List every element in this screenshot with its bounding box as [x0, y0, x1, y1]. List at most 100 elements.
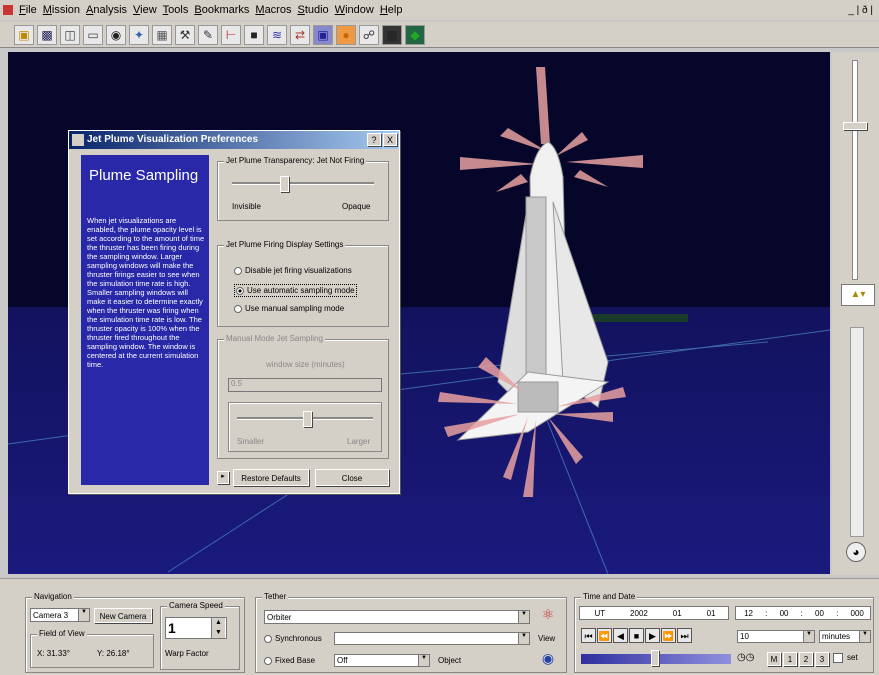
- time-title: Time and Date: [581, 592, 638, 601]
- manual-group-label: Manual Mode Jet Sampling: [224, 334, 325, 343]
- firing-group-label: Jet Plume Firing Display Settings: [224, 240, 346, 249]
- step-size-select[interactable]: 10 ▼: [737, 630, 815, 643]
- menu-bar: File Mission Analysis View Tools Bookmar…: [0, 0, 879, 20]
- vertical-scroll-track[interactable]: [850, 327, 864, 537]
- window-controls[interactable]: _ | ð |: [848, 5, 873, 16]
- save-icon[interactable]: ▩: [37, 24, 57, 45]
- bookmark-2-button[interactable]: 2: [799, 652, 813, 666]
- close-icon[interactable]: X: [383, 133, 397, 146]
- menu-mission[interactable]: Mission: [40, 4, 83, 16]
- set-checkbox[interactable]: [833, 653, 843, 663]
- window-size-input[interactable]: 0.5: [228, 378, 382, 392]
- set-label: set: [847, 653, 858, 662]
- zoom-panel: ▲▾ ◕: [832, 52, 879, 575]
- restore-defaults-button[interactable]: Restore Defaults: [233, 469, 309, 486]
- step-unit-select[interactable]: minutes ▼: [819, 630, 871, 643]
- radio-disable[interactable]: Disable jet firing visualizations: [234, 266, 352, 275]
- dialog-title: Jet Plume Visualization Preferences: [69, 131, 399, 149]
- globe-icon[interactable]: ●: [336, 24, 356, 45]
- skip-back-icon[interactable]: ⏮: [581, 628, 596, 643]
- year: 2002: [630, 608, 648, 618]
- chart-icon[interactable]: ■: [244, 24, 264, 45]
- transparency-thumb[interactable]: [280, 176, 289, 192]
- dialog-app-icon: [72, 134, 84, 146]
- new-camera-button[interactable]: New Camera: [94, 608, 152, 623]
- fixed-base-select[interactable]: Off ▼: [334, 654, 430, 667]
- reset-view-icon[interactable]: ◕: [846, 542, 866, 562]
- copy-icon[interactable]: ▭: [83, 24, 103, 45]
- print-icon[interactable]: ◫: [60, 24, 80, 45]
- reverse-icon[interactable]: ◀: [613, 628, 628, 643]
- tether-target-select[interactable]: Orbiter ▼: [264, 610, 530, 624]
- close-button[interactable]: Close: [315, 469, 389, 486]
- camera-speed-label: Camera Speed: [167, 601, 225, 610]
- menu-analysis[interactable]: Analysis: [83, 4, 130, 16]
- camera-icon[interactable]: ◉: [106, 24, 126, 45]
- time-rate-thumb[interactable]: [651, 650, 659, 666]
- fov-group: Field of View X: 31.33° Y: 26.18°: [30, 629, 154, 668]
- menu-help[interactable]: Help: [377, 4, 406, 16]
- menu-file[interactable]: File: [16, 4, 40, 16]
- bookmark-m-button[interactable]: M: [767, 652, 781, 666]
- day: 01: [706, 608, 716, 618]
- app-icon: [3, 5, 13, 15]
- menu-window[interactable]: Window: [332, 4, 377, 16]
- window-size-thumb[interactable]: [303, 411, 312, 427]
- zoom-slider-track[interactable]: [852, 60, 858, 280]
- radio-synchronous[interactable]: Synchronous: [264, 634, 322, 643]
- pen-icon[interactable]: ✎: [198, 24, 218, 45]
- transparency-group-label: Jet Plume Transparency: Jet Not Firing: [224, 156, 367, 165]
- help-button[interactable]: ?: [367, 133, 381, 146]
- tool-icon[interactable]: ⚒: [175, 24, 195, 45]
- step-forward-icon[interactable]: ⏩: [661, 628, 676, 643]
- size-max-label: Larger: [347, 437, 371, 446]
- eye-icon[interactable]: ◉: [538, 650, 558, 668]
- time-display[interactable]: 12: 00: 00: 000: [735, 606, 871, 620]
- open-icon[interactable]: ▣: [14, 24, 34, 45]
- plot-icon[interactable]: ⇄: [290, 24, 310, 45]
- menu-bookmarks[interactable]: Bookmarks: [191, 4, 252, 16]
- play-icon[interactable]: ▶: [645, 628, 660, 643]
- radio-manual[interactable]: Use manual sampling mode: [234, 304, 344, 313]
- graph-icon[interactable]: ≋: [267, 24, 287, 45]
- expand-button[interactable]: ▸: [217, 471, 229, 484]
- menu-macros[interactable]: Macros: [252, 4, 294, 16]
- skip-forward-icon[interactable]: ⏭: [677, 628, 692, 643]
- transparency-track[interactable]: [232, 182, 374, 185]
- axis-icon[interactable]: ⊢: [221, 24, 241, 45]
- size-min-label: Smaller: [237, 437, 265, 446]
- monitor-icon[interactable]: ▣: [313, 24, 333, 45]
- bookmark-1-button[interactable]: 1: [783, 652, 797, 666]
- clock-icons[interactable]: ◷◷: [737, 652, 761, 666]
- grid-icon[interactable]: ▦: [152, 24, 172, 45]
- seconds: 00: [815, 608, 824, 618]
- view-label: View: [538, 634, 556, 643]
- camera-mode-dropdown[interactable]: ▲▾: [841, 284, 875, 306]
- camera-speed-spinner[interactable]: ▲ ▼: [211, 618, 225, 638]
- hours: 12: [744, 608, 753, 618]
- shuttle: [456, 141, 610, 441]
- bookmark-3-button[interactable]: 3: [815, 652, 829, 666]
- timezone: UT: [594, 608, 606, 618]
- network-icon[interactable]: ☍: [359, 24, 379, 45]
- synchronous-select[interactable]: ▼: [334, 632, 530, 645]
- toolbar: ▣ ▩ ◫ ▭ ◉ ✦ ▦ ⚒ ✎ ⊢ ■ ≋ ⇄ ▣ ● ☍ ▩ ◆: [0, 22, 879, 48]
- map-icon[interactable]: ◆: [405, 24, 425, 45]
- date-display[interactable]: UT 2002 01 01: [579, 606, 729, 620]
- menu-tools[interactable]: Tools: [160, 4, 192, 16]
- step-back-icon[interactable]: ⏪: [597, 628, 612, 643]
- film-icon[interactable]: ▩: [382, 24, 402, 45]
- menu-studio[interactable]: Studio: [294, 4, 331, 16]
- firing-settings-group: Jet Plume Firing Display Settings Disabl…: [217, 240, 389, 327]
- camera-select[interactable]: Camera 3 ▼: [30, 608, 90, 622]
- stop-icon[interactable]: ■: [629, 628, 644, 643]
- zoom-slider-thumb[interactable]: [843, 122, 867, 130]
- transparency-min-label: Invisible: [232, 202, 261, 211]
- minutes: 00: [779, 608, 789, 618]
- radio-automatic[interactable]: Use automatic sampling mode: [234, 284, 357, 297]
- radio-fixed-base[interactable]: Fixed Base: [264, 656, 315, 665]
- navigation-group: Navigation Camera 3 ▼ New Camera Field of…: [25, 592, 245, 673]
- satellite-icon[interactable]: ✦: [129, 24, 149, 45]
- menu-view[interactable]: View: [130, 4, 160, 16]
- tether-object-icon[interactable]: ⚛: [538, 606, 558, 626]
